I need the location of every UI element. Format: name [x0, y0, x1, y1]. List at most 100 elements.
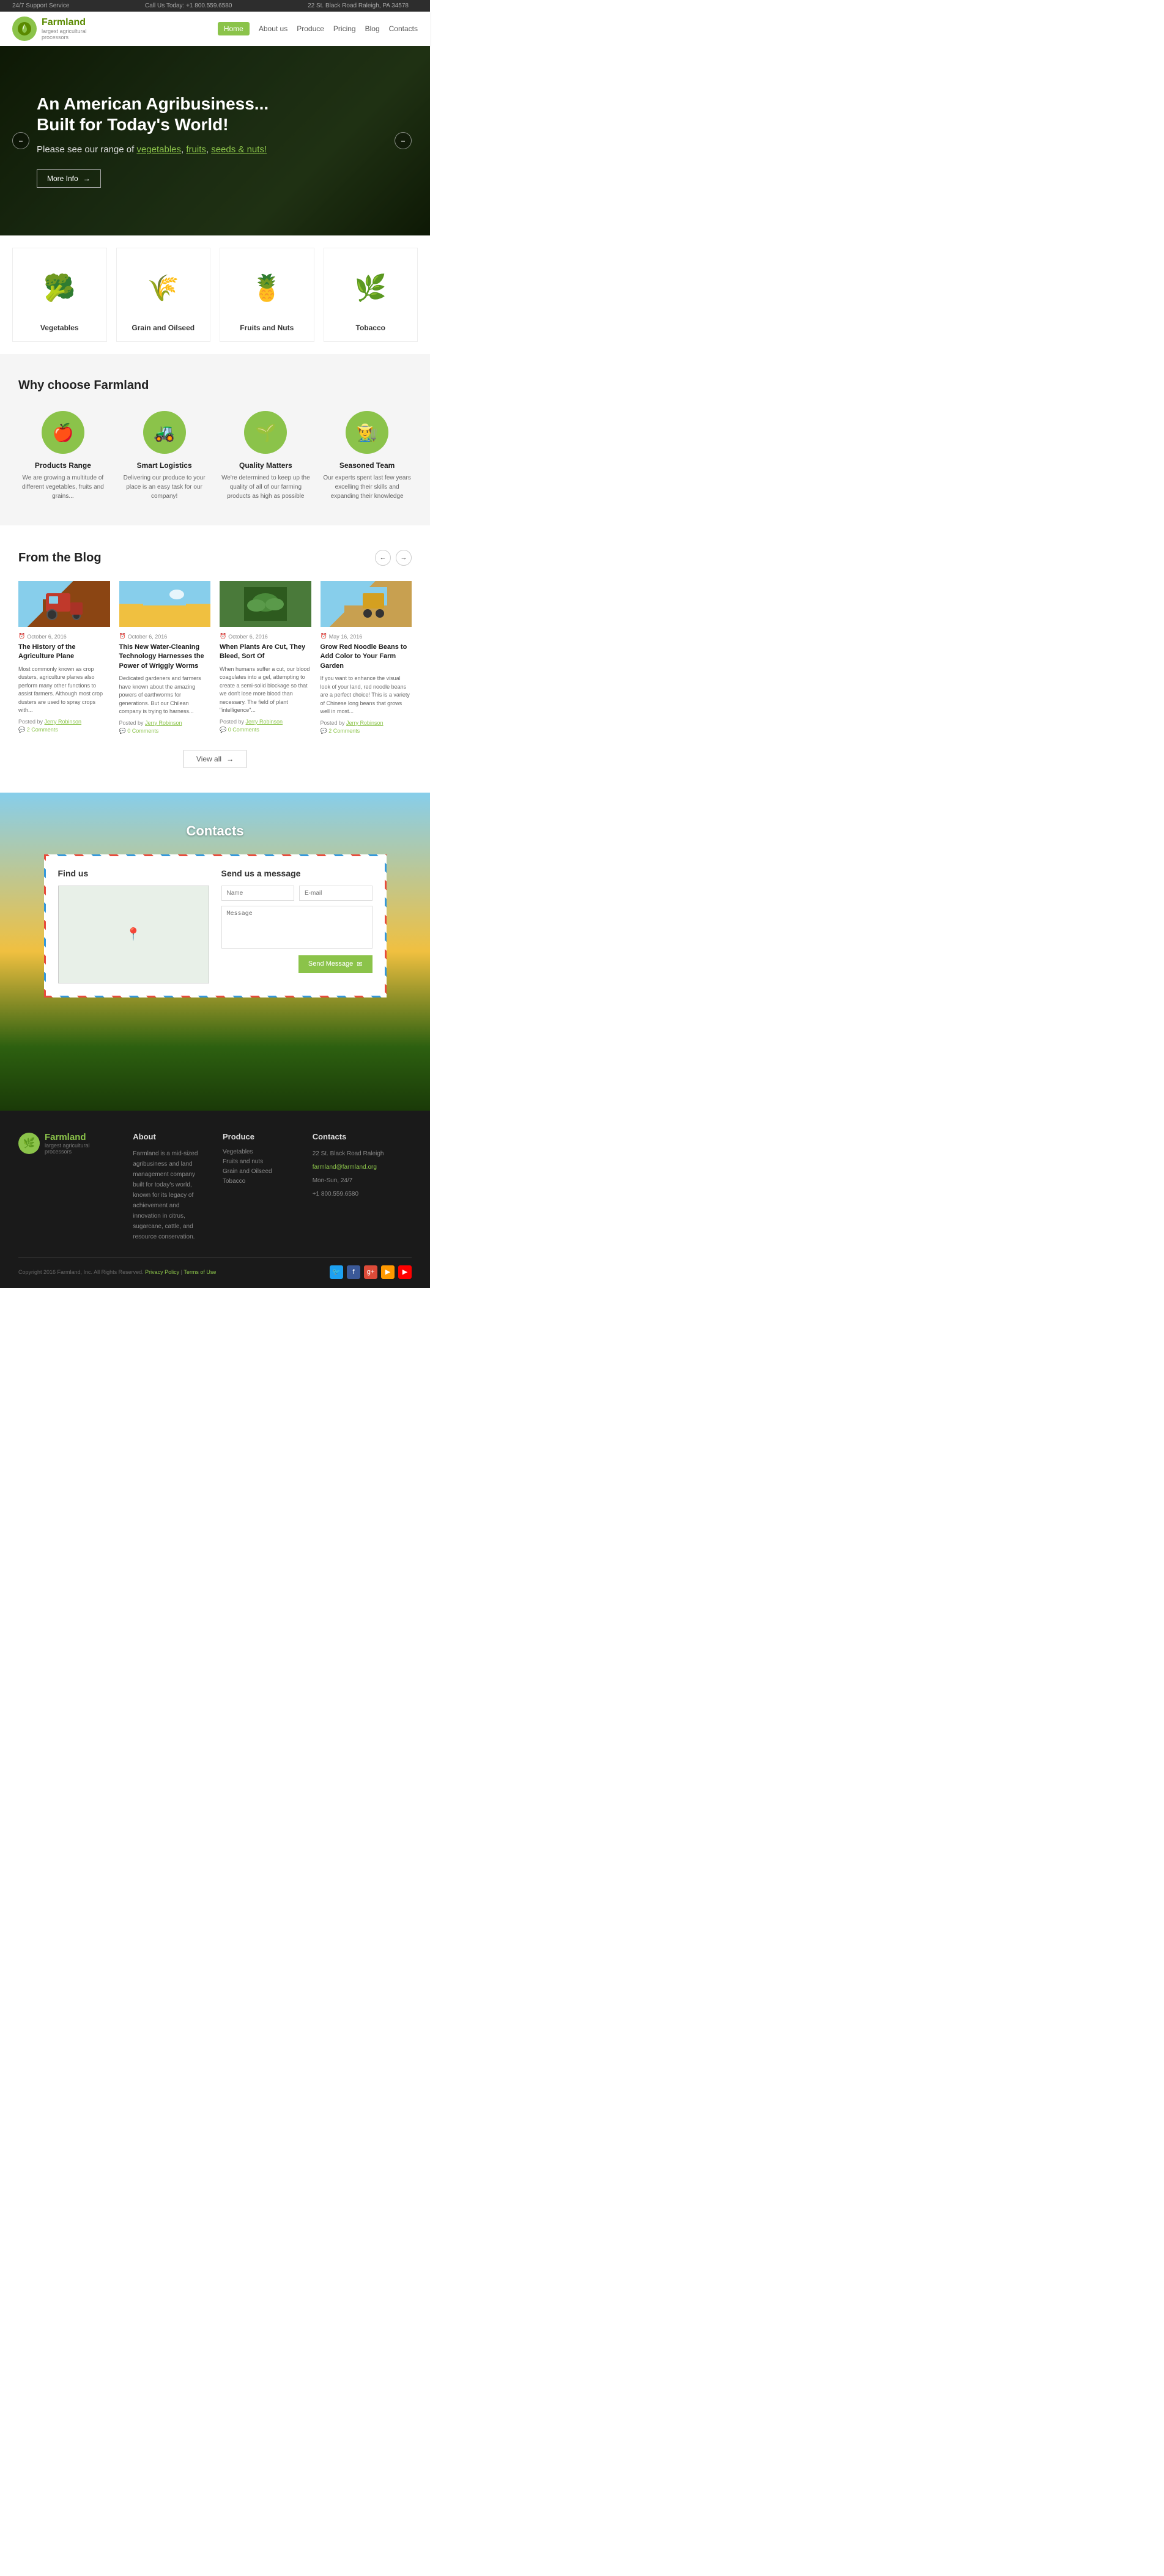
author-link-3[interactable]: Jerry Robinson: [246, 719, 283, 725]
smart-logistics-icon: 🚜: [143, 411, 186, 454]
social-icons: 🐦 f g+ ▶ ▶: [330, 1265, 412, 1279]
blog-author-2: Posted by Jerry Robinson: [119, 720, 211, 726]
blog-post-excerpt-2: Dedicated gardeners and farmers have kno…: [119, 675, 211, 716]
grain-image: 🌾: [123, 257, 204, 319]
blog-post-1: ⏰October 6, 2016 The History of the Agri…: [18, 581, 110, 735]
blog-next-btn[interactable]: →: [396, 550, 412, 566]
contact-message-input[interactable]: [221, 906, 373, 949]
more-info-button[interactable]: More Info →: [37, 169, 101, 188]
more-info-label: More Info: [47, 174, 78, 183]
find-us-section: Find us 📍: [58, 868, 209, 983]
hero-prev-btn[interactable]: ⎯: [12, 132, 29, 149]
why-section: Why choose Farmland 🍎 Products Range We …: [0, 354, 430, 525]
logo-name: Farmland: [42, 17, 87, 28]
category-tobacco[interactable]: 🌿 Tobacco: [324, 248, 418, 342]
terms-link[interactable]: Terms of Use: [183, 1269, 216, 1275]
nav-pricing[interactable]: Pricing: [333, 24, 356, 33]
googleplus-icon[interactable]: g+: [364, 1265, 377, 1279]
why-grid: 🍎 Products Range We are growing a multit…: [18, 411, 412, 501]
contacts-inner: Find us 📍 Send us a message Send Message…: [58, 868, 373, 983]
footer-produce-veg: Vegetables: [223, 1149, 297, 1155]
author-link-1[interactable]: Jerry Robinson: [45, 719, 82, 725]
blog-nav: ← →: [375, 550, 412, 566]
category-grain[interactable]: 🌾 Grain and Oilseed: [116, 248, 211, 342]
footer-grain-link[interactable]: Grain and Oilseed: [223, 1168, 272, 1175]
why-products-title: Products Range: [18, 461, 108, 470]
blog-section: From the Blog ← → ⏰October 6, 2016 The H: [0, 525, 430, 793]
blog-grid: ⏰October 6, 2016 The History of the Agri…: [18, 581, 412, 735]
footer-about-text: Farmland is a mid-sized agribusiness and…: [133, 1149, 207, 1242]
why-quality-matters: 🌱 Quality Matters We're determined to ke…: [221, 411, 311, 501]
blog-prev-btn[interactable]: ←: [375, 550, 391, 566]
seeds-link[interactable]: seeds & nuts!: [211, 144, 267, 155]
why-team-title: Seasoned Team: [322, 461, 412, 470]
blog-date-4: ⏰May 16, 2016: [321, 633, 412, 640]
blog-header: From the Blog ← →: [18, 550, 412, 566]
footer-bottom: Copyright 2016 Farmland, Inc. All Rights…: [18, 1257, 412, 1279]
nav-about[interactable]: About us: [259, 24, 287, 33]
footer: 🌿 Farmland largest agriculturalprocessor…: [0, 1111, 430, 1288]
rss-icon[interactable]: ▶: [381, 1265, 395, 1279]
footer-tobacco-link[interactable]: Tobacco: [223, 1178, 245, 1185]
footer-produce-fruits: Fruits and nuts: [223, 1158, 297, 1165]
contact-name-input[interactable]: [221, 886, 295, 901]
tobacco-image: 🌿: [330, 257, 412, 319]
footer-address: 22 St. Black Road Raleigh: [313, 1149, 412, 1159]
footer-veg-link[interactable]: Vegetables: [223, 1149, 253, 1155]
why-seasoned-team: 👨‍🌾 Seasoned Team Our experts spent last…: [322, 411, 412, 501]
contacts-card: Find us 📍 Send us a message Send Message…: [44, 854, 387, 997]
author-link-4[interactable]: Jerry Robinson: [346, 720, 384, 726]
contact-form-row: [221, 886, 373, 901]
category-fruits[interactable]: 🍍 Fruits and Nuts: [220, 248, 314, 342]
send-message-button[interactable]: Send Message ✉: [298, 955, 373, 973]
hero-next-btn[interactable]: ⎯: [395, 132, 412, 149]
blog-comments-2: 💬 0 Comments: [119, 728, 211, 735]
twitter-icon[interactable]: 🐦: [330, 1265, 343, 1279]
blog-post-title-2: This New Water-Cleaning Technology Harne…: [119, 643, 211, 671]
send-message-section: Send us a message Send Message ✉: [221, 868, 373, 983]
footer-phone: +1 800.559.6580: [313, 1189, 412, 1199]
view-all-section: View all →: [18, 750, 412, 768]
category-vegetables[interactable]: 🥦 Vegetables: [12, 248, 107, 342]
why-quality-text: We're determined to keep up the quality …: [221, 473, 311, 501]
phone-label: Call Us Today: +1 800.559.6580: [145, 2, 232, 9]
author-link-2[interactable]: Jerry Robinson: [145, 720, 182, 726]
blog-img-3: [220, 581, 311, 627]
footer-hours: Mon-Sun, 24/7: [313, 1175, 412, 1186]
nav-blog[interactable]: Blog: [365, 24, 380, 33]
contact-email-input[interactable]: [299, 886, 373, 901]
fruits-link[interactable]: fruits: [186, 144, 206, 155]
footer-produce-title: Produce: [223, 1132, 297, 1141]
send-icon: ✉: [357, 960, 362, 968]
why-team-text: Our experts spent last few years excelli…: [322, 473, 412, 501]
footer-logo: 🌿 Farmland largest agriculturalprocessor…: [18, 1132, 117, 1155]
why-smart-logistics: 🚜 Smart Logistics Delivering our produce…: [120, 411, 209, 501]
hero-content: An American Agribusiness... Built for To…: [37, 94, 294, 188]
quality-matters-icon: 🌱: [244, 411, 287, 454]
blog-author-3: Posted by Jerry Robinson: [220, 719, 311, 725]
address-label: 22 St. Black Road Raleigh, PA 34578: [308, 2, 409, 9]
find-us-title: Find us: [58, 868, 209, 878]
products-range-icon: 🍎: [42, 411, 84, 454]
navbar: Farmland largest agriculturalprocessors …: [0, 12, 430, 46]
contacts-title: Contacts: [18, 823, 412, 839]
footer-grid: 🌿 Farmland largest agriculturalprocessor…: [18, 1132, 412, 1242]
blog-img-4: [321, 581, 412, 627]
map-pin-icon: 📍: [126, 927, 141, 942]
nav-produce[interactable]: Produce: [297, 24, 324, 33]
blog-date-1: ⏰October 6, 2016: [18, 633, 110, 640]
hero-subtext: Please see our range of vegetables, frui…: [37, 143, 294, 157]
blog-post-title-4: Grow Red Noodle Beans to Add Color to Yo…: [321, 643, 412, 671]
nav-contacts[interactable]: Contacts: [389, 24, 418, 33]
footer-email: farmland@farmland.org: [313, 1162, 412, 1172]
view-all-button[interactable]: View all →: [183, 750, 247, 768]
veg-link[interactable]: vegetables: [136, 144, 181, 155]
footer-email-link[interactable]: farmland@farmland.org: [313, 1164, 377, 1171]
privacy-link[interactable]: Privacy Policy: [145, 1269, 179, 1275]
youtube-icon[interactable]: ▶: [398, 1265, 412, 1279]
facebook-icon[interactable]: f: [347, 1265, 360, 1279]
footer-fruits-link[interactable]: Fruits and nuts: [223, 1158, 263, 1165]
blog-post-3: ⏰October 6, 2016 When Plants Are Cut, Th…: [220, 581, 311, 735]
nav-home[interactable]: Home: [218, 22, 250, 35]
footer-produce-list: Vegetables Fruits and nuts Grain and Oil…: [223, 1149, 297, 1185]
